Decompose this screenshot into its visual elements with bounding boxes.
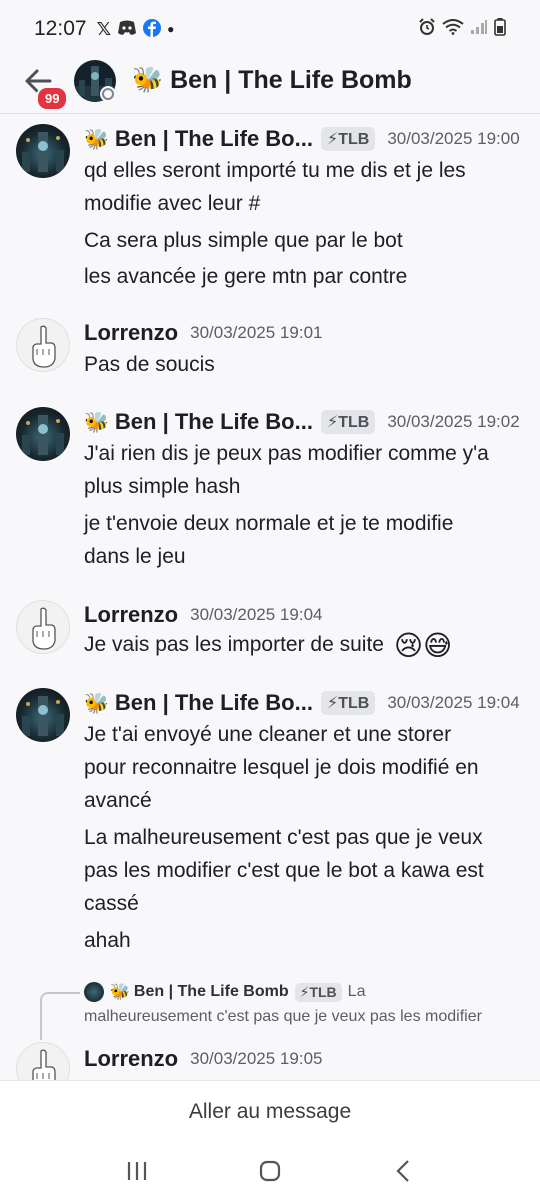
author-name[interactable]: Lorrenzo xyxy=(84,602,178,628)
message-text: Je t'ai envoyé une cleaner et une storer xyxy=(84,723,452,746)
hand-avatar-image xyxy=(32,325,56,368)
alarm-icon xyxy=(418,17,436,41)
reply-connector xyxy=(40,992,80,1040)
ben-avatar-image xyxy=(22,696,64,736)
timestamp: 30/03/2025 19:04 xyxy=(387,693,520,712)
timestamp: 30/03/2025 19:02 xyxy=(387,412,520,431)
author-row: Lorrenzo 30/03/2025 19:05 xyxy=(84,1046,322,1072)
message-text: dans le jeu xyxy=(84,545,186,568)
hand-avatar-image xyxy=(32,607,56,650)
author-row: 🐝 Ben | The Life Bo... ⚡TLB 30/03/2025 1… xyxy=(84,690,520,716)
message-text: plus simple hash xyxy=(84,475,241,498)
home-icon xyxy=(259,1160,281,1182)
role-tag[interactable]: ⚡TLB xyxy=(320,127,376,151)
message-text: Ca sera plus simple que par le bot xyxy=(84,229,403,252)
bee-icon: 🐝 xyxy=(84,692,109,715)
message-text-content: Je vais pas les importer de suite xyxy=(84,633,384,656)
author-name[interactable]: Ben | The Life Bo... xyxy=(115,126,313,152)
message-text: pas les modifier c'est que le bot a kawa… xyxy=(84,859,484,882)
dot-icon: ● xyxy=(167,22,175,36)
timestamp: 30/03/2025 19:01 xyxy=(190,323,323,342)
role-tag: ⚡TLB xyxy=(294,982,342,1002)
avatar[interactable] xyxy=(16,407,70,461)
wifi-icon xyxy=(442,18,464,40)
discord-icon xyxy=(117,20,137,39)
role-tag[interactable]: ⚡TLB xyxy=(320,691,376,715)
timestamp: 30/03/2025 19:00 xyxy=(387,129,520,148)
bee-icon: 🐝 xyxy=(84,411,109,434)
cry-sweat-emoji-icon[interactable]: 😢😅 xyxy=(394,630,452,661)
unread-badge: 99 xyxy=(36,86,69,111)
message-text: je t'envoie deux normale et je te modifi… xyxy=(84,512,454,535)
message-list[interactable]: 🐝 Ben | The Life Bo... ⚡TLB 30/03/2025 1… xyxy=(0,118,540,1080)
timestamp: 30/03/2025 19:04 xyxy=(190,605,323,624)
battery-icon xyxy=(494,17,506,41)
signal-icon xyxy=(470,19,488,40)
role-tag[interactable]: ⚡TLB xyxy=(320,410,376,434)
message-text: modifie avec leur # xyxy=(84,192,261,215)
x-icon: 𝕏 xyxy=(96,19,112,39)
recents-icon xyxy=(127,1162,146,1180)
author-name[interactable]: Lorrenzo xyxy=(84,320,178,346)
avatar[interactable] xyxy=(16,688,70,742)
message-text: J'ai rien dis je peux pas modifier comme… xyxy=(84,442,489,465)
facebook-icon xyxy=(143,18,162,40)
offline-status-icon xyxy=(100,86,116,102)
ben-avatar-image xyxy=(22,132,64,172)
bee-icon: 🐝 xyxy=(84,128,109,151)
hand-avatar-image xyxy=(32,1049,56,1080)
back-nav-button[interactable] xyxy=(383,1151,423,1191)
avatar[interactable] xyxy=(16,318,70,372)
avatar[interactable] xyxy=(16,1042,70,1080)
reply-text: La xyxy=(347,983,366,1000)
author-name[interactable]: Ben | The Life Bo... xyxy=(115,409,313,435)
channel-header: 99 🐝 Ben | The Life Bomb xyxy=(0,58,540,114)
reply-author: Ben | The Life Bomb xyxy=(133,983,289,1000)
ben-avatar-image xyxy=(22,415,64,455)
system-nav-bar xyxy=(0,1142,540,1200)
author-name[interactable]: Ben | The Life Bo... xyxy=(115,690,313,716)
bee-icon: 🐝 xyxy=(110,984,130,1001)
author-row: 🐝 Ben | The Life Bo... ⚡TLB 30/03/2025 1… xyxy=(84,409,520,435)
chevron-left-icon xyxy=(396,1160,410,1182)
avatar[interactable] xyxy=(16,600,70,654)
message-text: La malheureusement c'est pas que je veux xyxy=(84,826,483,849)
message-text: avancé xyxy=(84,789,152,812)
message-text: Pas de soucis xyxy=(84,353,215,376)
reply-text[interactable]: malheureusement c'est pas que je veux pa… xyxy=(84,1008,482,1026)
message-text: les avancée je gere mtn par contre xyxy=(84,265,408,288)
message-text: Je vais pas les importer de suite 😢😅 xyxy=(84,628,452,662)
page-title[interactable]: 🐝 Ben | The Life Bomb xyxy=(132,66,412,95)
recent-apps-button[interactable] xyxy=(117,1151,157,1191)
author-row: Lorrenzo 30/03/2025 19:01 xyxy=(84,320,322,346)
status-bar: 12:07 𝕏 ● xyxy=(0,0,540,58)
author-name[interactable]: Lorrenzo xyxy=(84,1046,178,1072)
message-text: qd elles seront importé tu me dis et je … xyxy=(84,159,466,182)
jump-to-message-button[interactable]: Aller au message xyxy=(0,1080,540,1142)
home-button[interactable] xyxy=(250,1151,290,1191)
author-row: 🐝 Ben | The Life Bo... ⚡TLB 30/03/2025 1… xyxy=(84,126,520,152)
message-text: pour reconnaitre lesquel je dois modifié… xyxy=(84,756,479,779)
reply-reference[interactable]: 🐝 Ben | The Life Bomb ⚡TLB La xyxy=(84,982,365,1002)
timestamp: 30/03/2025 19:05 xyxy=(190,1049,323,1068)
avatar[interactable] xyxy=(16,124,70,178)
status-time: 12:07 xyxy=(34,17,87,40)
author-row: Lorrenzo 30/03/2025 19:04 xyxy=(84,602,322,628)
message-text: cassé xyxy=(84,892,139,915)
message-text: ahah xyxy=(84,929,131,952)
reply-avatar xyxy=(84,982,104,1002)
